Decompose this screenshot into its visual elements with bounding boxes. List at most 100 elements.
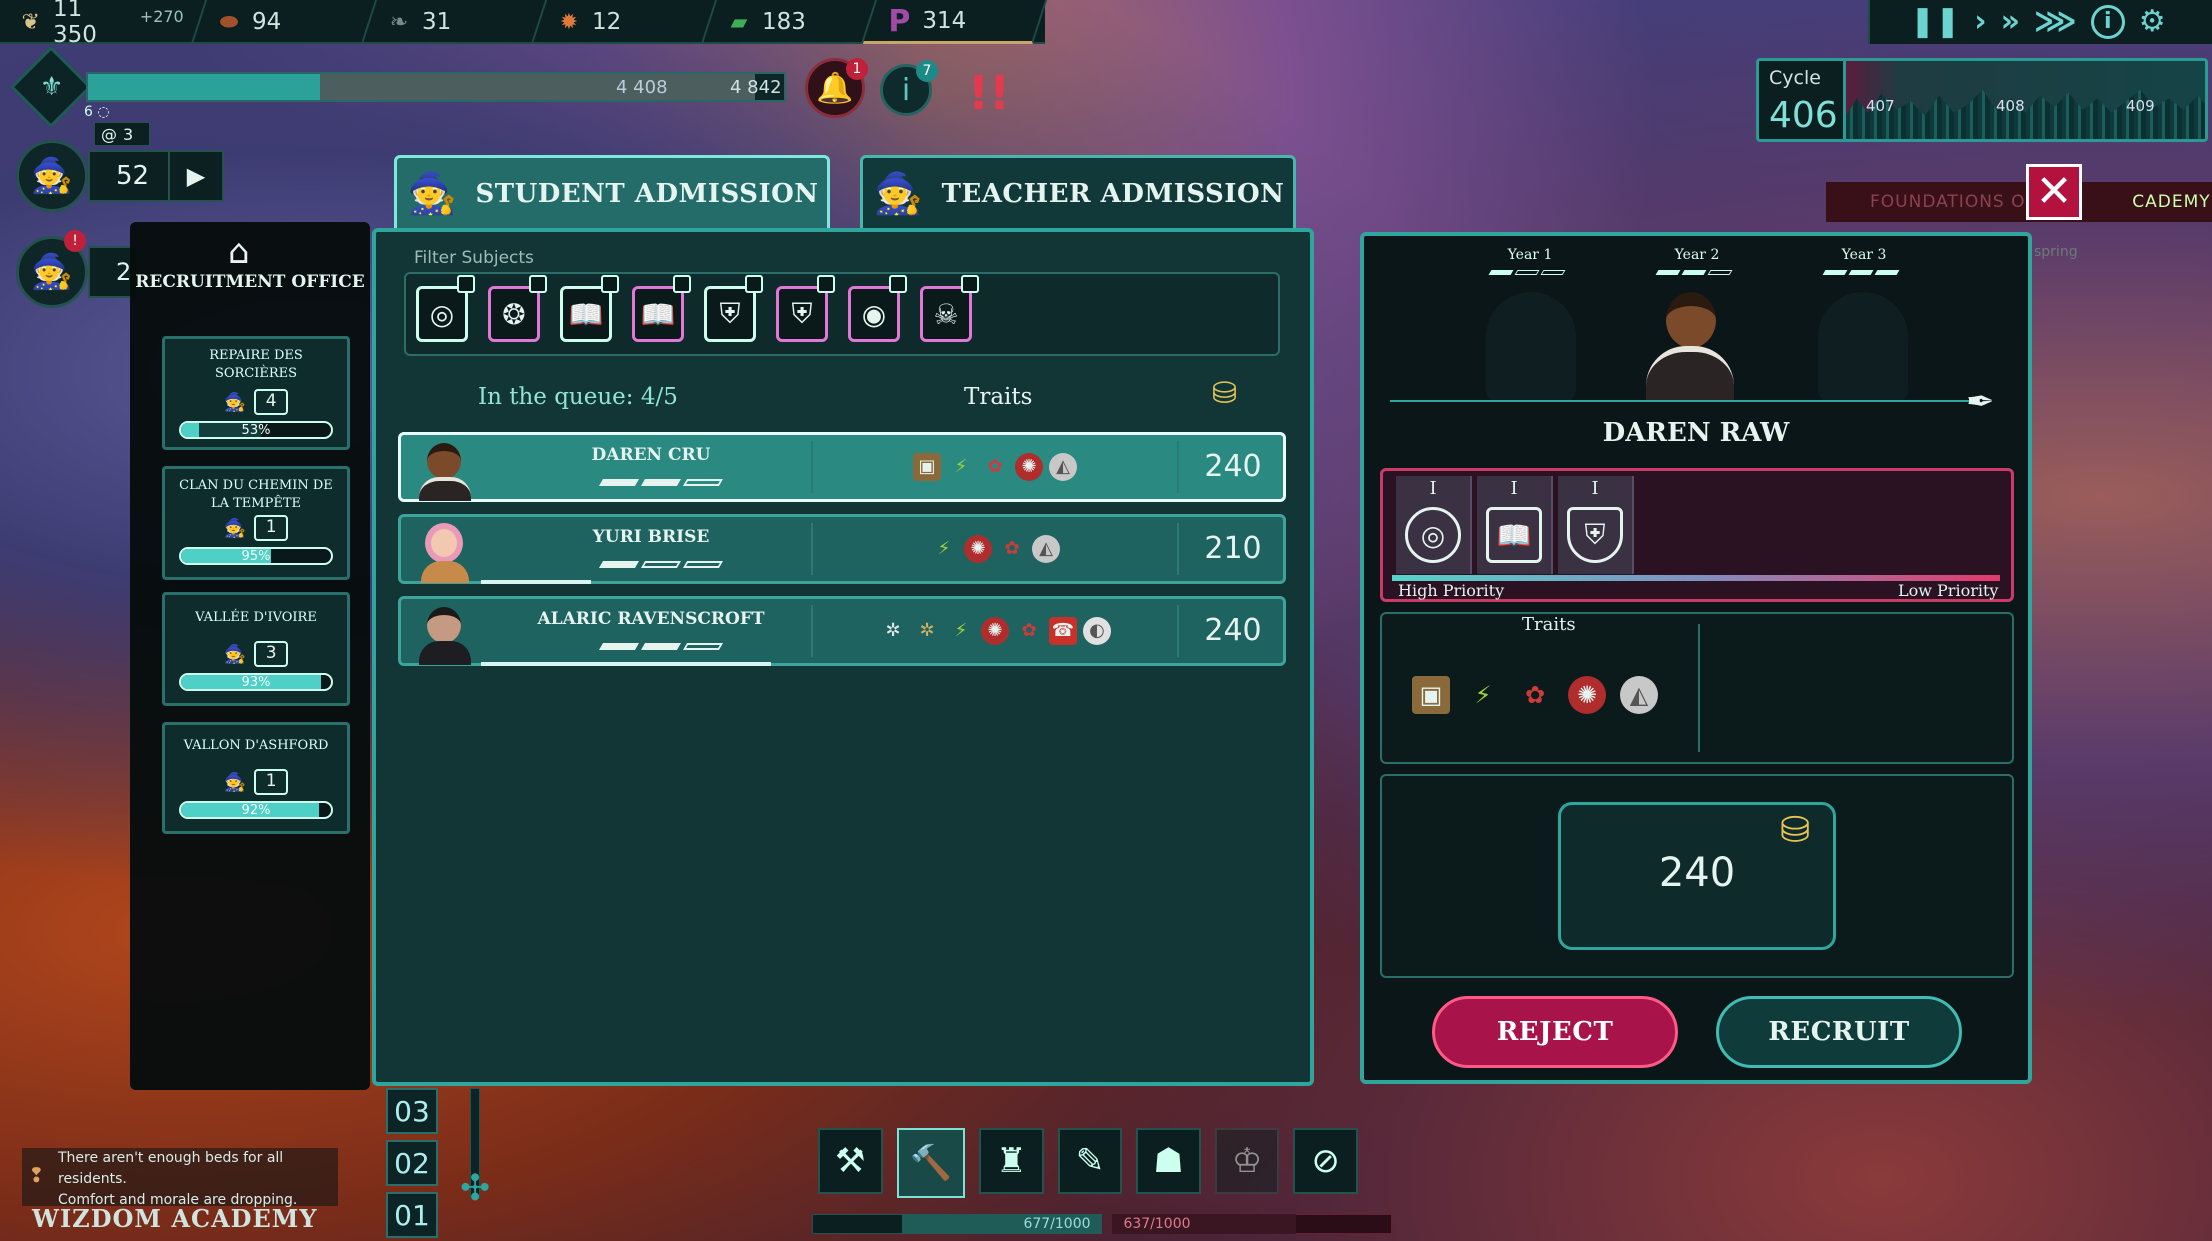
queue-count: In the queue: 4/5 (478, 384, 678, 410)
pause-icon[interactable]: ❚❚ (1910, 7, 1960, 37)
phone-trait-icon: ☎ (1049, 617, 1077, 645)
settings-gear-icon[interactable]: ⚙ (2139, 7, 2166, 37)
build-toolbar: ⚒ 🔨 ♜ ✎ ☗ ♔ ⊘ (818, 1128, 1358, 1204)
close-icon[interactable]: ✕ (2026, 164, 2082, 220)
year1-silhouette (1486, 292, 1576, 402)
subject-card[interactable]: I 📖 (1477, 476, 1553, 574)
flower-trait-icon: ✿ (987, 456, 1003, 477)
hooded-figure-icon[interactable]: ☗ (1136, 1128, 1201, 1194)
region-progress: 95% (179, 547, 333, 566)
brand-title: WIZDOM ACADEMY (32, 1204, 318, 1233)
whirl-trait-icon: ◐ (1083, 617, 1111, 645)
rose-trait-icon: ✺ (1015, 453, 1043, 481)
year1-bar (1488, 270, 1566, 275)
quill-icon[interactable]: ✒ (1966, 382, 1995, 422)
year-indicator (598, 479, 724, 486)
gold-coins-icon: ⛁ (1780, 810, 1811, 851)
cycle-panel[interactable]: Cycle 406 407 408 409 (1756, 58, 2208, 142)
cycle-timeline: 407 408 409 (1843, 61, 2205, 139)
student-row[interactable]: DAREN CRU ▣ ⚡ ✿ ✺ ◭ 240 (398, 432, 1286, 502)
filter-label: Filter Subjects (414, 248, 534, 268)
emblem-glyph-icon: ⚜ (40, 72, 64, 102)
teacher-wizard-icon: 🧙 (873, 171, 923, 217)
spellbook-icon[interactable]: ✎ (1057, 1128, 1123, 1194)
play-icon[interactable]: › (1974, 7, 1986, 37)
wizard-icon: 🧙 (223, 771, 247, 793)
filter-open-book-icon[interactable]: 📖 (632, 275, 691, 342)
compass-rose-icon: ✣ (460, 1168, 491, 1209)
student-row[interactable]: ALARIC RAVENSCROFT ✲ ✲ ⚡ ✺ ✿ ☎ ◐ 240 (398, 596, 1286, 666)
status-small-b: @3 (94, 122, 150, 146)
region-progress: 53% (179, 421, 333, 440)
resource-food[interactable]: ❦ 11 350 +270 (0, 0, 208, 48)
bar-max: 4 842 (730, 77, 782, 98)
house-trait-icon[interactable]: ▣ (1412, 676, 1450, 714)
region-card[interactable]: CLAN DU CHEMIN DE LA TEMPÊTE 🧙 1 95% (162, 466, 350, 580)
book-icon: ▰ (730, 9, 748, 35)
fastest-forward-icon[interactable]: ⋙ (2034, 7, 2077, 37)
wood-icon: ⬬ (219, 9, 239, 35)
region-progress: 92% (179, 801, 333, 820)
hat-trait-icon: ◭ (1049, 453, 1077, 481)
resource-books[interactable]: ▰ 183 (702, 0, 878, 44)
flower-trait-icon[interactable]: ✿ (1516, 676, 1554, 714)
filter-eye-icon[interactable]: ◉ (848, 275, 907, 342)
filter-shield-icon[interactable]: ⛨ (704, 275, 763, 342)
filter-book-icon[interactable]: 📖 (560, 275, 619, 342)
compass-icon[interactable]: ⊘ (1293, 1128, 1358, 1194)
student-portrait (411, 437, 489, 501)
year3-silhouette (1818, 292, 1908, 402)
filter-wand-shield-icon[interactable]: ⛨ (776, 275, 835, 342)
fast-forward-icon[interactable]: » (2001, 7, 2020, 37)
subject-card[interactable]: I ◎ (1396, 476, 1472, 574)
hat-trait-icon: ◭ (1032, 535, 1060, 563)
tab-student-admission[interactable]: 🧙 STUDENT ADMISSION (394, 155, 830, 229)
floor-button[interactable]: 02 (386, 1140, 438, 1186)
student-row[interactable]: YURI BRISE ⚡ ✺ ✿ ◭ 210 (398, 514, 1286, 584)
row-progress (481, 662, 771, 666)
expand-arrow-icon[interactable]: ▶ (168, 152, 222, 200)
subject-card[interactable]: I ⛨ (1558, 476, 1634, 574)
recruit-button[interactable]: RECRUIT (1716, 996, 1962, 1068)
lightning-trait-icon[interactable]: ⚡ (1464, 676, 1502, 714)
resource-bar: ❦ 11 350 +270 ⬬ 94 ❧ 31 ✹ 12 ▰ 183 P 314 (0, 0, 1048, 48)
reject-button[interactable]: REJECT (1432, 996, 1678, 1068)
filter-skull-icon[interactable]: ☠ (920, 275, 979, 342)
spiral-icon: @ (101, 124, 117, 144)
resource-crystal[interactable]: ✹ 12 (532, 0, 718, 44)
rose-trait-icon[interactable]: ✺ (1568, 676, 1606, 714)
trait-list: ▣ ⚡ ✿ ✺ ◭ (1412, 676, 1658, 714)
alert-badge: ! (64, 230, 86, 252)
student-portrait (411, 601, 489, 665)
laurel-crown-icon[interactable]: ♔ (1214, 1128, 1280, 1194)
student-name: DAREN RAW (1602, 418, 1790, 448)
filter-rune-icon[interactable]: ❂ (488, 275, 547, 342)
wizard-icon: 🧙 (223, 391, 247, 413)
floor-button[interactable]: 03 (386, 1088, 438, 1134)
year-indicator (598, 561, 724, 568)
filter-arcane-icon[interactable]: ◎ (416, 275, 475, 342)
workbench-icon[interactable]: ⚒ (818, 1128, 883, 1194)
region-card[interactable]: REPAIRE DES SORCIÈRES 🧙 4 53% (162, 336, 350, 450)
region-card[interactable]: VALLON D'ASHFORD 🧙 1 92% (162, 722, 350, 834)
speed-controls: ❚❚ › » ⋙ i ⚙ (1868, 0, 2212, 44)
feather-icon: ❧ (389, 9, 409, 35)
tab-teacher-admission[interactable]: 🧙 TEACHER ADMISSION (860, 155, 1296, 229)
warning-notice[interactable]: ❢ There aren't enough beds for all resid… (22, 1148, 338, 1208)
alert-exclamation-icon[interactable]: !! (950, 58, 1028, 128)
castle-icon[interactable]: ♜ (979, 1128, 1044, 1194)
hat-trait-icon[interactable]: ◭ (1620, 676, 1658, 714)
floor-button[interactable]: 01 (386, 1192, 438, 1238)
resource-feather[interactable]: ❧ 31 (362, 0, 548, 44)
bottom-meters: 677/1000 637/1000 (812, 1214, 1398, 1236)
region-card[interactable]: VALLÉE D'IVOIRE 🧙 3 93% (162, 592, 350, 706)
wizard-hat-icon[interactable]: 🧙 (16, 140, 88, 212)
info-icon[interactable]: i (2090, 5, 2125, 39)
crystal-icon: ✹ (559, 9, 579, 35)
resource-wood[interactable]: ⬬ 94 (192, 0, 378, 44)
hammer-icon[interactable]: 🔨 (896, 1128, 966, 1198)
book-icon: 📖 (1486, 507, 1542, 563)
population-box[interactable]: 52 ▶ (88, 150, 224, 202)
traits-box: Traits ▣ ⚡ ✿ ✺ ◭ (1380, 612, 2014, 764)
resource-prestige[interactable]: P 314 (862, 0, 1048, 44)
